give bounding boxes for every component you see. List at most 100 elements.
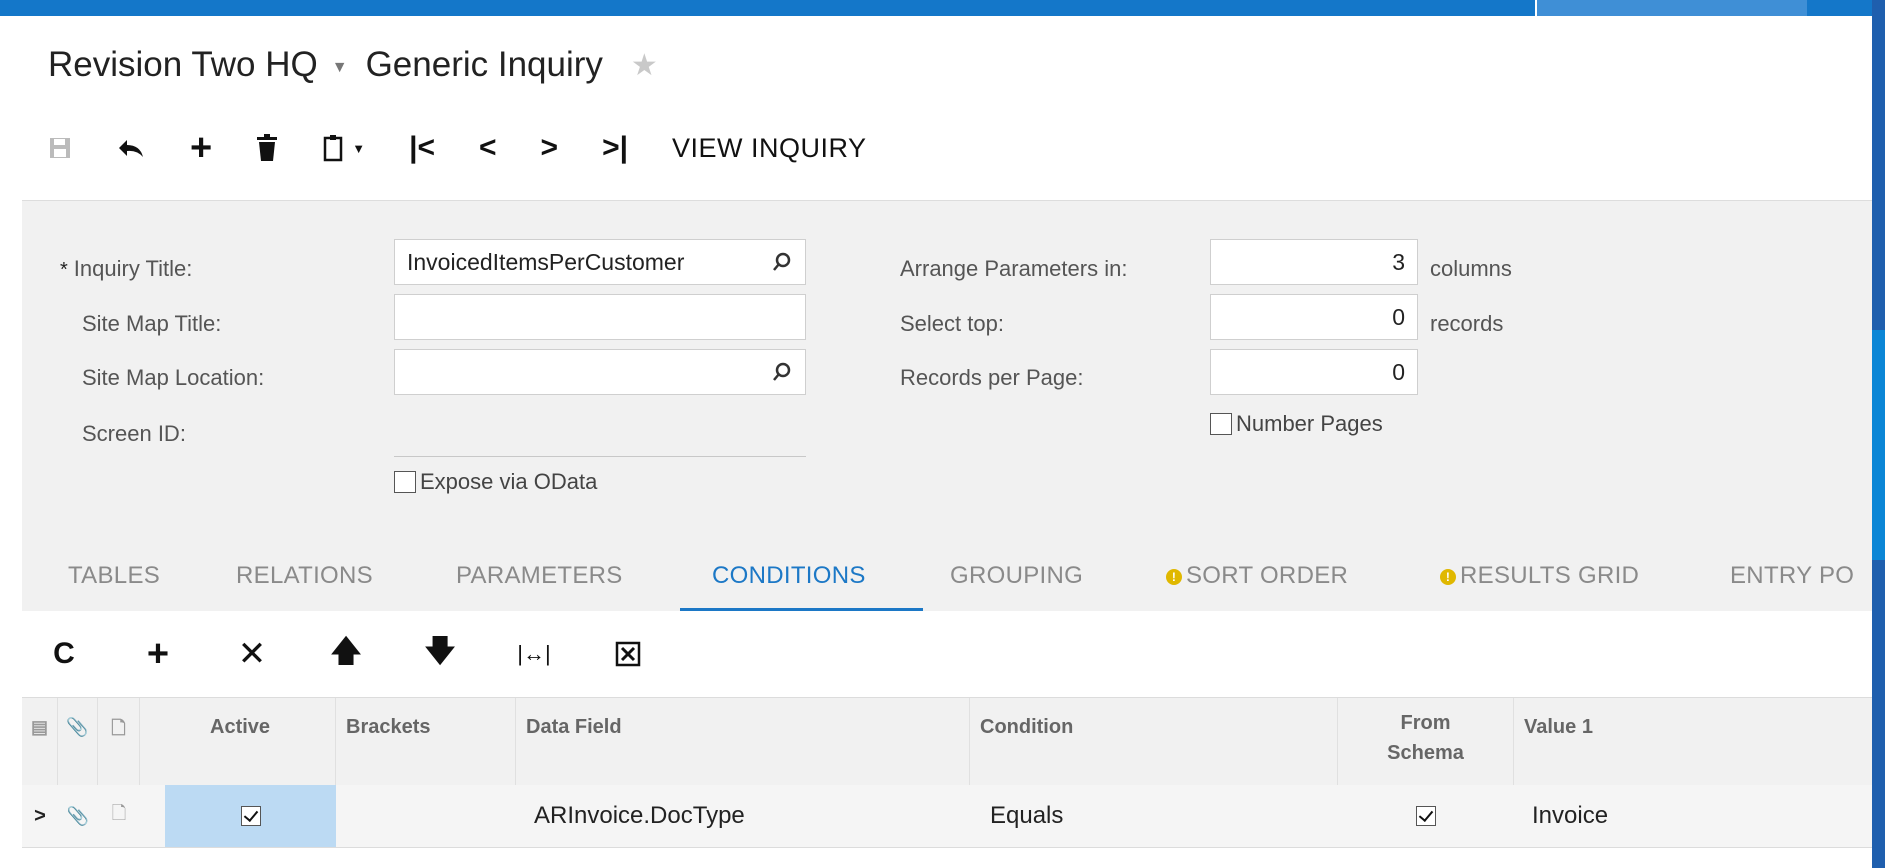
column-header-brackets[interactable]: Brackets <box>336 698 516 786</box>
site-map-title-field[interactable] <box>394 294 806 340</box>
arrow-down-icon: 🡇 <box>424 634 456 668</box>
first-record-button[interactable]: |< <box>409 126 435 170</box>
tab-conditions[interactable]: CONDITIONS <box>712 562 866 590</box>
attachment-header: 📎 <box>58 698 98 786</box>
favorite-star-icon[interactable]: ★ <box>631 48 658 83</box>
tab-entry-point[interactable]: ENTRY PO <box>1730 562 1854 590</box>
clipboard-button[interactable]: ▼ <box>322 126 365 170</box>
inquiry-title-label: * Inquiry Title: <box>60 256 193 281</box>
arrange-params-unit: columns <box>1430 256 1512 281</box>
arrange-params-label: Arrange Parameters in: <box>900 256 1128 281</box>
tab-sort-order[interactable]: ! SORT ORDER <box>1166 562 1348 590</box>
warning-icon: ! <box>1440 569 1456 585</box>
trash-icon <box>257 134 278 161</box>
page-title: Generic Inquiry <box>365 45 603 84</box>
select-top-field[interactable]: 0 <box>1210 294 1418 340</box>
tab-parameters[interactable]: PARAMETERS <box>456 562 623 590</box>
site-map-title-label: Site Map Title: <box>82 311 222 336</box>
tab-grouping[interactable]: GROUPING <box>950 562 1083 590</box>
records-per-page-label: Records per Page: <box>900 365 1084 390</box>
screen-title-row: Revision Two HQ ▼ Generic Inquiry ★ <box>48 40 658 90</box>
inquiry-summary-form: * Inquiry Title: InvoicedItemsPerCustomer… <box>22 200 1872 611</box>
next-record-button[interactable]: > <box>541 126 559 170</box>
row-selector-header[interactable]: ▤ <box>22 698 58 786</box>
save-button[interactable] <box>48 126 72 170</box>
main-toolbar: + ▼ |< < > >| VIEW INQUIRY <box>48 126 911 170</box>
grid-settings-icon: ▤ <box>30 717 48 737</box>
company-selector[interactable]: Revision Two HQ <box>48 45 318 85</box>
previous-record-button[interactable]: < <box>479 126 497 170</box>
arrange-params-field[interactable]: 3 <box>1210 239 1418 285</box>
refresh-icon: C <box>53 637 75 670</box>
move-down-button[interactable]: 🡇 <box>416 630 464 678</box>
records-per-page-field[interactable]: 0 <box>1210 349 1418 395</box>
chevron-left-icon: < <box>479 131 497 164</box>
add-button[interactable]: + <box>190 126 212 170</box>
select-top-label: Select top: <box>900 311 1004 336</box>
paperclip-icon: 📎 <box>66 805 90 826</box>
from-schema-checkbox[interactable] <box>1416 806 1436 826</box>
grid-header: ▤ 📎 🗋 Active Brackets Data Field Conditi… <box>22 697 1872 787</box>
right-edge-highlight <box>1872 330 1885 560</box>
number-pages-checkbox[interactable]: Number Pages <box>1210 411 1383 437</box>
notes-header: 🗋 <box>98 698 140 786</box>
table-row[interactable]: > 📎 🗋 ARInvoice.DocType Equals Invoice <box>22 785 1872 848</box>
delete-row-button[interactable]: ✕ <box>228 630 276 678</box>
chevron-down-icon: ▼ <box>352 140 366 156</box>
inquiry-title-field[interactable]: InvoicedItemsPerCustomer <box>394 239 806 285</box>
paperclip-icon: 📎 <box>66 717 89 737</box>
site-map-location-label: Site Map Location: <box>82 365 265 390</box>
screen-id-value-line <box>394 456 806 457</box>
grid-toolbar: C + ✕ 🡅 🡇 |↔| <box>40 630 698 678</box>
first-icon: |< <box>409 131 435 164</box>
brackets-cell[interactable] <box>336 785 516 847</box>
site-map-location-field[interactable] <box>394 349 806 395</box>
top-bar-tab[interactable] <box>1535 0 1807 16</box>
checkbox-icon <box>394 471 416 493</box>
move-up-button[interactable]: 🡅 <box>322 630 370 678</box>
arrow-up-icon: 🡅 <box>330 634 362 668</box>
column-header-value1[interactable]: Value 1 <box>1514 698 1872 786</box>
save-icon <box>50 138 70 158</box>
chevron-right-icon: > <box>540 131 559 164</box>
fit-width-icon: |↔| <box>517 641 551 666</box>
tab-relations[interactable]: RELATIONS <box>236 562 373 590</box>
from-schema-cell[interactable] <box>1338 785 1514 847</box>
last-record-button[interactable]: >| <box>602 126 628 170</box>
column-header-condition[interactable]: Condition <box>970 698 1338 786</box>
active-cell[interactable] <box>165 785 336 847</box>
data-field-cell[interactable]: ARInvoice.DocType <box>516 785 970 847</box>
select-top-unit: records <box>1430 311 1504 336</box>
close-icon: ✕ <box>237 635 267 673</box>
checkbox-icon <box>1210 413 1232 435</box>
search-icon[interactable] <box>771 361 793 383</box>
active-checkbox[interactable] <box>240 806 261 826</box>
expose-odata-checkbox[interactable]: Expose via OData <box>394 469 597 495</box>
value1-cell[interactable]: Invoice <box>1514 785 1872 847</box>
tab-tables[interactable]: TABLES <box>68 562 160 590</box>
search-icon[interactable] <box>771 251 793 273</box>
undo-button[interactable] <box>116 126 146 170</box>
export-excel-button[interactable] <box>604 630 652 678</box>
condition-cell[interactable]: Equals <box>970 785 1338 847</box>
undo-icon <box>119 140 143 157</box>
row-attachment-cell[interactable]: 📎 <box>58 785 98 847</box>
delete-button[interactable] <box>256 126 278 170</box>
last-icon: >| <box>602 131 628 164</box>
add-row-button[interactable]: + <box>134 630 182 678</box>
plus-icon: + <box>190 126 213 169</box>
column-header-from-schema[interactable]: From Schema <box>1338 698 1514 786</box>
refresh-button[interactable]: C <box>40 630 88 678</box>
column-header-active[interactable]: Active <box>140 698 336 786</box>
view-inquiry-button[interactable]: VIEW INQUIRY <box>672 126 867 170</box>
excel-icon <box>615 641 641 667</box>
fit-columns-button[interactable]: |↔| <box>510 630 558 678</box>
chevron-down-icon[interactable]: ▼ <box>332 59 348 77</box>
note-icon: 🗋 <box>111 803 127 823</box>
row-notes-cell[interactable]: 🗋 <box>98 785 140 847</box>
clipboard-icon <box>323 135 343 162</box>
column-header-data-field[interactable]: Data Field <box>516 698 970 786</box>
note-icon: 🗋 <box>111 718 126 738</box>
screen-id-label: Screen ID: <box>82 421 186 446</box>
tab-results-grid[interactable]: ! RESULTS GRID <box>1440 562 1639 590</box>
